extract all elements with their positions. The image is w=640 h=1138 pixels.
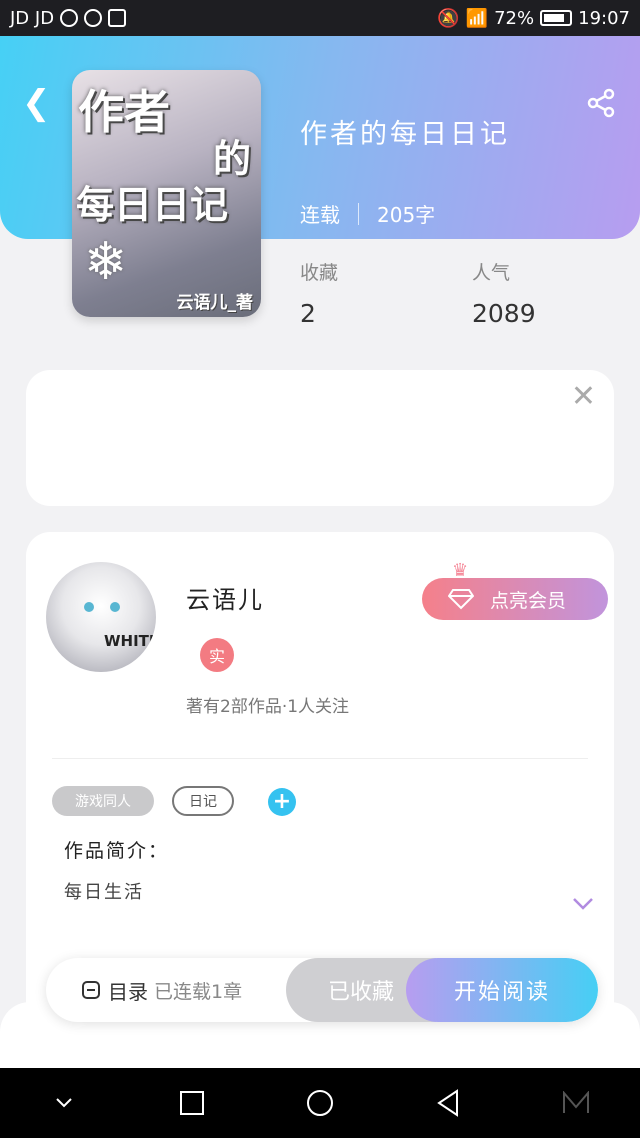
vip-button[interactable]: ♛ 点亮会员 xyxy=(422,560,608,620)
cover-title-line3: 每日日记 xyxy=(76,183,229,227)
avatar-eyes xyxy=(84,602,120,612)
intro-text: 每日生活 xyxy=(64,882,144,903)
popularity-value: 2089 xyxy=(472,299,536,328)
tag-diary[interactable]: 日记 xyxy=(172,786,234,816)
book-meta: 连载 205字 xyxy=(300,199,435,228)
book-title: 作者的每日日记 xyxy=(300,119,510,150)
author-name[interactable]: 云语儿 xyxy=(186,580,264,615)
intro-heading: 作品简介： xyxy=(64,840,170,862)
catalog-button[interactable]: 目录 xyxy=(82,958,148,1022)
notification-icon xyxy=(60,9,79,27)
battery-percent: 72% xyxy=(494,7,535,29)
favorites-label: 收藏 xyxy=(300,262,339,284)
back-icon[interactable]: ❮ xyxy=(22,86,51,120)
ad-card: ✕ xyxy=(26,370,614,506)
diamond-icon xyxy=(448,589,474,610)
app-notification-icon xyxy=(84,9,103,27)
serial-status: 连载 xyxy=(300,203,340,227)
meta-divider xyxy=(358,202,359,225)
status-bar: JD JD 🔕 📶 72% 19:07 xyxy=(0,0,640,36)
start-reading-button[interactable]: 开始阅读 xyxy=(406,958,598,1022)
wifi-icon: 📶 xyxy=(465,7,489,29)
share-icon[interactable] xyxy=(586,88,616,122)
vip-button-label: 点亮会员 xyxy=(490,589,567,612)
crown-icon: ♛ xyxy=(452,560,469,581)
popularity-label: 人气 xyxy=(472,262,511,284)
divider xyxy=(52,758,588,759)
battery-icon xyxy=(540,10,573,26)
image-icon xyxy=(108,9,127,27)
favorites-value: 2 xyxy=(300,299,316,328)
add-tag-button[interactable]: + xyxy=(268,788,296,816)
back-nav-icon[interactable] xyxy=(433,1088,463,1118)
chevron-down-icon[interactable] xyxy=(572,894,594,914)
m-icon[interactable] xyxy=(561,1088,591,1118)
carrier-label: JD JD xyxy=(10,7,55,29)
catalog-label: 目录 xyxy=(108,979,148,1004)
author-avatar[interactable]: WHITE xyxy=(46,562,156,672)
verified-badge: 实 xyxy=(200,638,234,672)
author-works-info: 著有2部作品·1人关注 xyxy=(186,697,350,717)
chevron-down-icon[interactable] xyxy=(49,1088,79,1118)
tag-game-fanfic[interactable]: 游戏同人 xyxy=(52,786,154,816)
avatar-text: WHITE xyxy=(104,632,156,650)
catalog-icon xyxy=(82,981,100,999)
cover-author-mark: 云语儿_著 xyxy=(176,293,254,313)
popularity-stat: 人气 2089 xyxy=(472,258,536,328)
action-bar: 目录 已连载1章 已收藏 开始阅读 xyxy=(46,958,598,1022)
word-count: 205字 xyxy=(377,203,436,227)
cover-title-line1: 作者 xyxy=(78,85,170,139)
close-icon[interactable]: ✕ xyxy=(571,382,596,412)
snowflake-icon: ❄ xyxy=(84,232,128,292)
recents-icon[interactable] xyxy=(177,1088,207,1118)
chapters-info: 已连载1章 xyxy=(154,980,243,1003)
favorites-stat: 收藏 2 xyxy=(300,258,338,328)
home-icon[interactable] xyxy=(305,1088,335,1118)
clock: 19:07 xyxy=(578,7,630,29)
book-cover[interactable]: 作者 的 每日日记 ❄ 云语儿_著 xyxy=(72,70,261,317)
mute-icon: 🔕 xyxy=(437,7,460,29)
system-nav-bar xyxy=(0,1068,640,1138)
